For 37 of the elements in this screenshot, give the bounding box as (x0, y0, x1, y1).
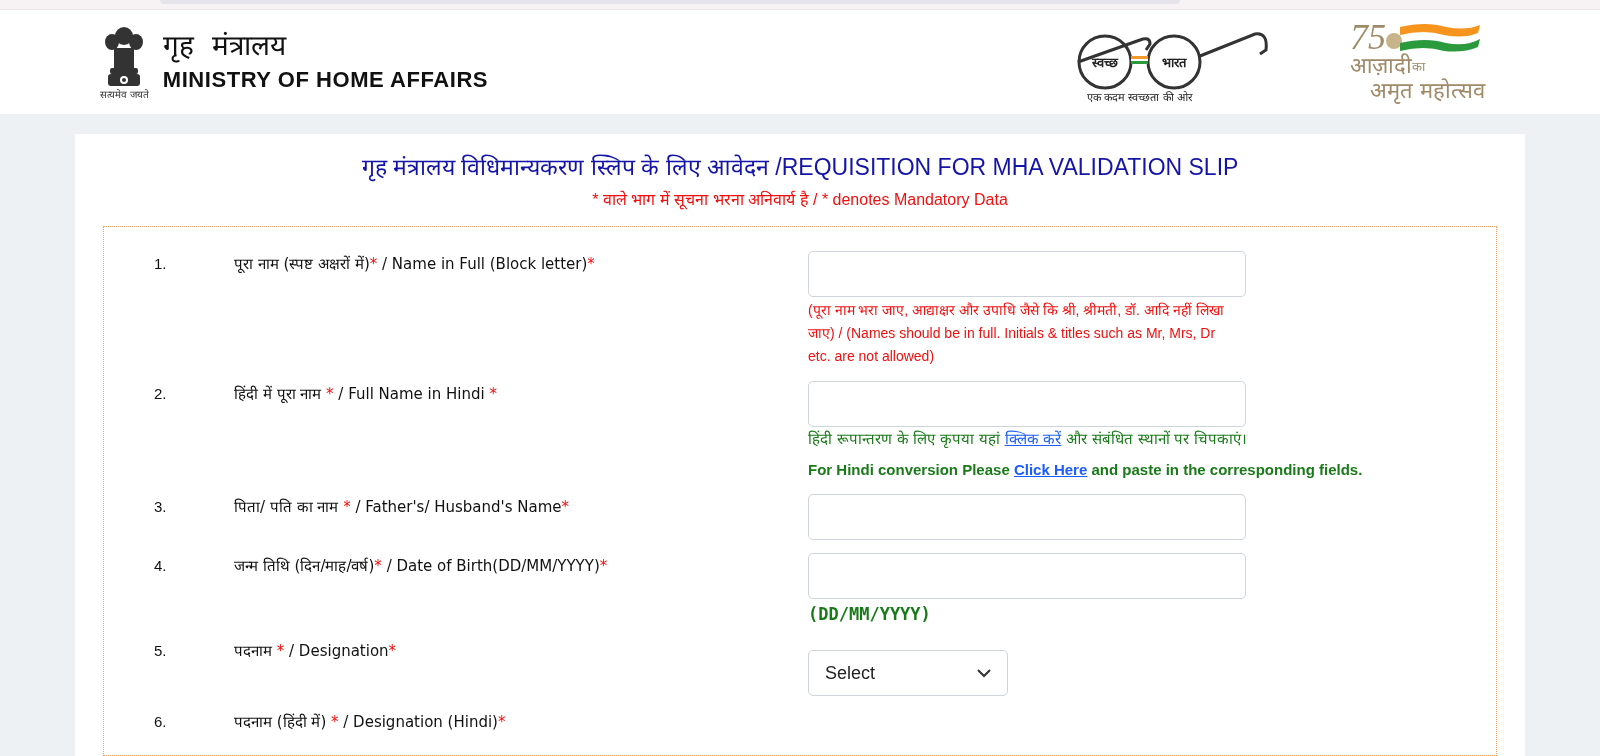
row-number: 3. (154, 497, 168, 517)
swachh-tagline: एक कदम स्वच्छता की ओर (1086, 91, 1194, 103)
ministry-english-name: MINISTRY OF HOME AFFAIRS (162, 65, 489, 94)
input-field[interactable] (808, 494, 1246, 540)
row-number: 4. (154, 556, 168, 576)
designation-dropdown[interactable]: Select (808, 650, 1008, 696)
conversion-link[interactable]: Click Here (1013, 461, 1088, 478)
field-hint: (पूरा नाम भरा जाए, आद्याक्षर और उपाधि जैसे कि श्री, श्रीमती, डॉ. आदि नहीं लिखा जाए) / (Names should be in full. Initials & titles such as Mr, Mrs, Dr etc. are not allowed) (808, 301, 1225, 366)
row-number: 2. (154, 384, 168, 404)
input-field[interactable] (808, 381, 1246, 427)
input-field[interactable] (808, 553, 1246, 599)
row-number: 6. (154, 712, 168, 732)
bharat-word: भारत (1162, 54, 1186, 70)
field-label: पूरा नाम (स्पष्ट अक्षरों में)* / Name in Full (Block letter)* (234, 254, 596, 275)
mandatory-note: * वाले भाग में सूचना भरना अनिवार्य है / * denotes Mandatory Data (591, 189, 1009, 212)
azadi-word: आज़ादी (1350, 55, 1412, 77)
ministry-hindi-name: गृह मंत्रालय (162, 28, 288, 63)
anniversary-number: 75 (1350, 19, 1386, 55)
date-format-hint: (DD/MM/YYYY) (808, 603, 932, 625)
chevron-down-icon (977, 668, 991, 678)
field-label: पदनाम (हिंदी में) * / Designation (Hindi)* (234, 712, 507, 733)
emblem-motto: सत्यमेव जयते (100, 90, 149, 100)
field-hint: For Hindi conversion Please Click Here and paste in the corresponding fields. (808, 460, 1363, 480)
field-label: जन्म तिथि (दिन/माह/वर्ष)* / Date of Birth(DD/MM/YYYY)* (234, 556, 609, 577)
field-label: पदनाम * / Designation* (234, 641, 398, 662)
conversion-link[interactable]: क्लिक करें (1004, 430, 1062, 448)
field-label: हिंदी में पूरा नाम * / Full Name in Hindi * (234, 384, 498, 405)
row-number: 5. (154, 641, 168, 661)
field-label: पिता/ पति का नाम * / Father's/ Husband's Name* (234, 497, 571, 518)
swachh-word: स्वच्छ (1092, 54, 1118, 70)
emblem-drawing (104, 24, 145, 88)
row-number: 1. (154, 254, 168, 274)
field-hint: हिंदी रूपान्तरण के लिए कृपया यहां क्लिक करें और संबंधित स्थानों पर चिपकाएं। (808, 429, 1249, 450)
form-title: गृह मंत्रालय विधिमान्यकरण स्लिप के लिए आवेदन /REQUISITION FOR MHA VALIDATION SLIP (360, 153, 1240, 182)
amrit-mahotsav-text: अमृत महोत्सव (1369, 77, 1485, 105)
ka-word: का (1412, 60, 1425, 73)
input-field[interactable] (808, 251, 1246, 297)
